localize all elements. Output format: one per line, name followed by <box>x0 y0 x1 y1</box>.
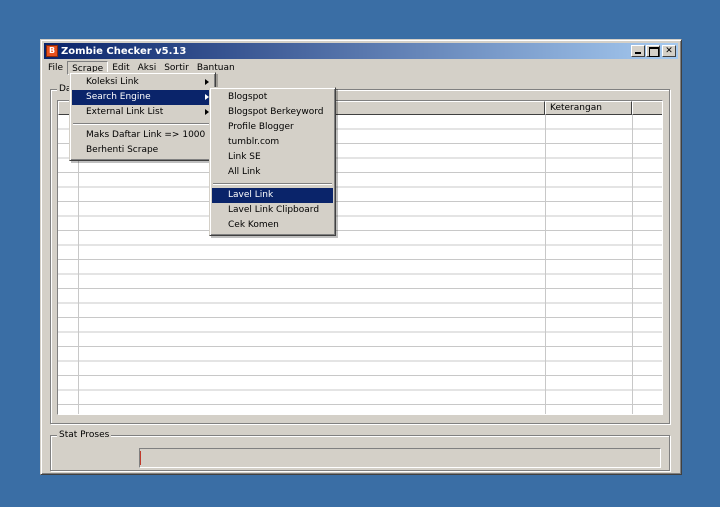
menu-item-lavel-link-clipboard[interactable]: Lavel Link Clipboard <box>212 203 333 218</box>
menu-item-label: Koleksi Link <box>86 77 139 87</box>
column-header-filler <box>632 101 662 115</box>
maximize-button[interactable] <box>646 45 660 57</box>
menu-item-link-se[interactable]: Link SE <box>212 150 333 165</box>
stat-group-legend: Stat Proses <box>57 429 112 441</box>
progress-marker <box>140 451 141 465</box>
close-button[interactable]: ✕ <box>662 45 676 57</box>
stat-groupbox: Stat Proses <box>50 429 670 471</box>
menu-item-blogspot[interactable]: Blogspot <box>212 90 333 105</box>
menu-item-external-link-list[interactable]: External Link List <box>72 105 213 120</box>
progress-bar <box>139 448 661 468</box>
menu-item-label: Search Engine <box>86 92 151 102</box>
menu-item-lavel-link[interactable]: Lavel Link <box>212 188 333 203</box>
menu-separator <box>72 120 213 128</box>
scrape-menu: Koleksi Link Search Engine External Link… <box>69 72 216 161</box>
title-bar[interactable]: B Zombie Checker v5.13 ✕ <box>44 43 678 59</box>
menu-item-all-link[interactable]: All Link <box>212 165 333 180</box>
caption-buttons: ✕ <box>630 45 676 57</box>
menu-item-blogspot-berkeyword[interactable]: Blogspot Berkeyword <box>212 105 333 120</box>
menu-separator <box>212 180 333 188</box>
menu-item-maks-daftar-link[interactable]: Maks Daftar Link => 1000 <box>72 128 213 143</box>
menu-file[interactable]: File <box>44 61 67 75</box>
menu-item-tumblr[interactable]: tumblr.com <box>212 135 333 150</box>
submenu-arrow-icon <box>205 79 209 85</box>
menu-item-koleksi-link[interactable]: Koleksi Link <box>72 75 213 90</box>
minimize-button[interactable] <box>631 45 645 57</box>
app-icon: B <box>46 45 58 57</box>
column-divider <box>545 115 546 414</box>
menu-item-label: External Link List <box>86 107 164 117</box>
menu-item-search-engine[interactable]: Search Engine <box>72 90 213 105</box>
menu-item-cek-komen[interactable]: Cek Komen <box>212 218 333 233</box>
window-title: Zombie Checker v5.13 <box>61 45 187 57</box>
column-divider <box>632 115 633 414</box>
column-header-keterangan[interactable]: Keterangan <box>545 101 632 115</box>
menu-item-profile-blogger[interactable]: Profile Blogger <box>212 120 333 135</box>
search-engine-submenu: Blogspot Blogspot Berkeyword Profile Blo… <box>209 87 336 236</box>
menu-item-berhenti-scrape[interactable]: Berhenti Scrape <box>72 143 213 158</box>
